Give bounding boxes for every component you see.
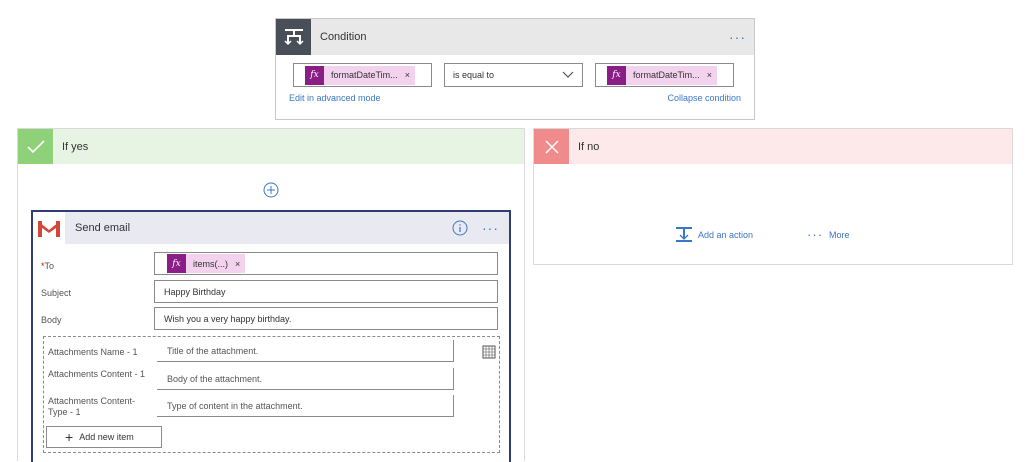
to-label-text: To (44, 261, 55, 271)
more-dots-icon: ··· (807, 226, 824, 242)
close-icon (534, 129, 569, 164)
right-expression-token[interactable]: fx formatDateTim... × (607, 65, 717, 85)
attachment-type-input[interactable]: Type of content in the attachment. (157, 395, 454, 417)
if-no-actions: Add an action ··· More (676, 227, 850, 242)
send-email-title: Send email (75, 222, 131, 234)
more-label: More (829, 229, 850, 240)
condition-operator-select[interactable]: is equal to (444, 63, 583, 87)
condition-title: Condition (320, 31, 367, 43)
add-new-item-label: Add new item (79, 432, 134, 442)
check-icon (18, 129, 53, 164)
send-email-header[interactable]: Send email ··· (33, 212, 509, 244)
if-no-title: If no (578, 140, 600, 153)
add-step-plus-icon[interactable] (263, 182, 279, 198)
if-no-branch: If no Add an action ··· More (533, 128, 1013, 265)
right-token-text: formatDateTim... (633, 70, 700, 80)
condition-row: fx formatDateTim... × is equal to fx for… (293, 63, 734, 87)
body-field[interactable]: Wish you a very happy birthday. (154, 307, 498, 330)
attachment-type-label: Attachments Content-Type - 1 (48, 396, 136, 417)
if-yes-title: If yes (62, 140, 89, 153)
remove-right-token-icon[interactable]: × (707, 70, 712, 80)
info-icon[interactable] (452, 220, 468, 236)
condition-left-operand[interactable]: fx formatDateTim... × (293, 63, 432, 87)
more-button[interactable]: ··· More (807, 226, 850, 242)
to-token-text: items(...) (193, 258, 228, 269)
left-expression-token[interactable]: fx formatDateTim... × (305, 65, 415, 85)
attachments-group: Attachments Name - 1 Title of the attach… (43, 336, 500, 453)
condition-header[interactable]: Condition ··· (276, 19, 754, 55)
attachment-content-input[interactable]: Body of the attachment. (157, 368, 454, 390)
condition-more-button[interactable]: ··· (729, 30, 746, 44)
chevron-down-icon (562, 71, 574, 78)
body-label: Body (41, 315, 62, 325)
attachment-name-label: Attachments Name - 1 (48, 347, 138, 357)
condition-icon (276, 19, 311, 55)
add-an-action-label: Add an action (698, 229, 754, 240)
attachment-name-input[interactable]: Title of the attachment. (157, 340, 454, 362)
to-label: *To (41, 261, 54, 271)
subject-label: Subject (41, 288, 72, 298)
remove-to-token-icon[interactable]: × (235, 259, 240, 269)
collapse-condition-link[interactable]: Collapse condition (667, 93, 741, 103)
to-field[interactable]: fx items(...) × (154, 252, 498, 275)
send-email-more-button[interactable]: ··· (482, 221, 499, 235)
attachment-content-label: Attachments Content - 1 (48, 369, 146, 379)
gmail-icon (33, 212, 65, 244)
subject-field[interactable]: Happy Birthday (154, 280, 498, 303)
if-yes-branch: If yes Send email ··· *To fx items(...) … (17, 128, 525, 462)
condition-right-operand[interactable]: fx formatDateTim... × (595, 63, 734, 87)
plus-icon: + (65, 429, 74, 445)
condition-card: Condition ··· fx formatDateTim... × is e… (275, 18, 755, 120)
operator-value: is equal to (453, 70, 495, 80)
remove-left-token-icon[interactable]: × (405, 70, 410, 80)
delete-item-icon[interactable] (482, 345, 496, 359)
if-no-header[interactable]: If no (534, 129, 1012, 164)
fx-icon: fx (305, 65, 324, 85)
to-expression-token[interactable]: fx items(...) × (167, 254, 246, 273)
fx-icon: fx (607, 65, 626, 85)
if-yes-header[interactable]: If yes (18, 129, 524, 164)
edit-advanced-mode-link[interactable]: Edit in advanced mode (289, 93, 381, 103)
add-an-action-button[interactable]: Add an action (676, 227, 753, 242)
fx-icon: fx (167, 254, 186, 273)
add-action-icon (676, 227, 692, 242)
left-token-text: formatDateTim... (331, 70, 398, 80)
send-email-card: Send email ··· *To fx items(...) × Subje… (31, 210, 511, 462)
add-new-item-button[interactable]: + Add new item (46, 426, 162, 448)
